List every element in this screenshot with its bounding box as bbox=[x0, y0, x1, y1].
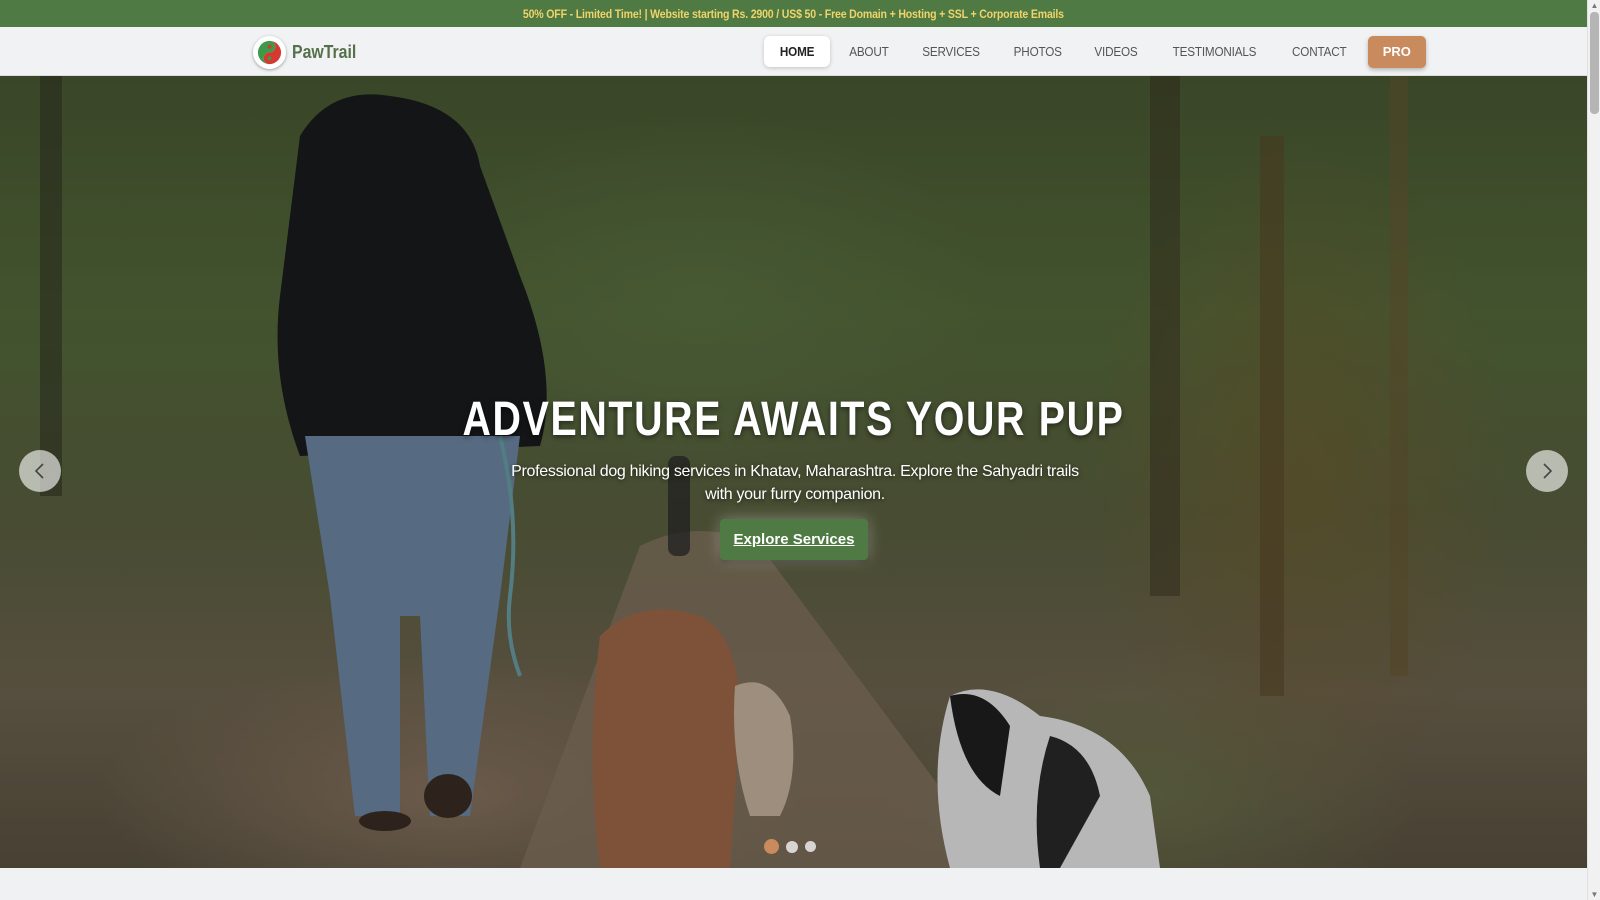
hero-title: ADVENTURE AWAITS YOUR PUP bbox=[462, 393, 1125, 446]
carousel-next-button[interactable] bbox=[1526, 450, 1568, 492]
nav-testimonials[interactable]: TESTIMONIALS bbox=[1154, 36, 1275, 67]
page-scrollbar[interactable]: ▲ ▼ bbox=[1587, 0, 1600, 900]
hero-subtitle: Professional dog hiking services in Khat… bbox=[511, 463, 1079, 503]
promo-banner: 50% OFF - Limited Time! | Website starti… bbox=[0, 0, 1587, 27]
scrollbar-thumb[interactable] bbox=[1590, 12, 1599, 114]
nav-photos[interactable]: PHOTOS bbox=[997, 36, 1078, 67]
main-nav: HOME ABOUT SERVICES PHOTOS VIDEOS TESTIM… bbox=[764, 35, 1426, 68]
navbar: PawTrail HOME ABOUT SERVICES PHOTOS VIDE… bbox=[0, 27, 1587, 76]
next-section bbox=[0, 868, 1587, 900]
scroll-up-icon[interactable]: ▲ bbox=[1590, 1, 1599, 10]
chevron-left-icon bbox=[34, 463, 44, 479]
carousel-dot-1[interactable] bbox=[764, 839, 779, 854]
chevron-right-icon bbox=[1543, 463, 1553, 479]
carousel-dot-2[interactable] bbox=[786, 840, 798, 853]
brand-name: PawTrail bbox=[292, 41, 357, 62]
pro-button[interactable]: PRO bbox=[1367, 35, 1426, 68]
carousel-indicators bbox=[764, 839, 816, 854]
carousel-dot-3[interactable] bbox=[805, 841, 816, 852]
nav-about[interactable]: ABOUT bbox=[833, 36, 905, 67]
carousel-prev-button[interactable] bbox=[19, 450, 61, 492]
scroll-down-icon[interactable]: ▼ bbox=[1590, 890, 1599, 899]
brand-link[interactable]: PawTrail bbox=[253, 35, 365, 69]
nav-services[interactable]: SERVICES bbox=[905, 36, 997, 67]
hero-content: ADVENTURE AWAITS YOUR PUP Professional d… bbox=[0, 76, 1587, 868]
nav-home[interactable]: HOME bbox=[764, 36, 831, 67]
promo-text: 50% OFF - Limited Time! | Website starti… bbox=[523, 6, 1064, 21]
pawtrail-logo-icon bbox=[253, 35, 286, 69]
nav-contact[interactable]: CONTACT bbox=[1275, 36, 1363, 67]
hero-carousel: ADVENTURE AWAITS YOUR PUP Professional d… bbox=[0, 76, 1587, 868]
nav-videos[interactable]: VIDEOS bbox=[1078, 36, 1154, 67]
explore-services-button[interactable]: Explore Services bbox=[720, 519, 868, 560]
